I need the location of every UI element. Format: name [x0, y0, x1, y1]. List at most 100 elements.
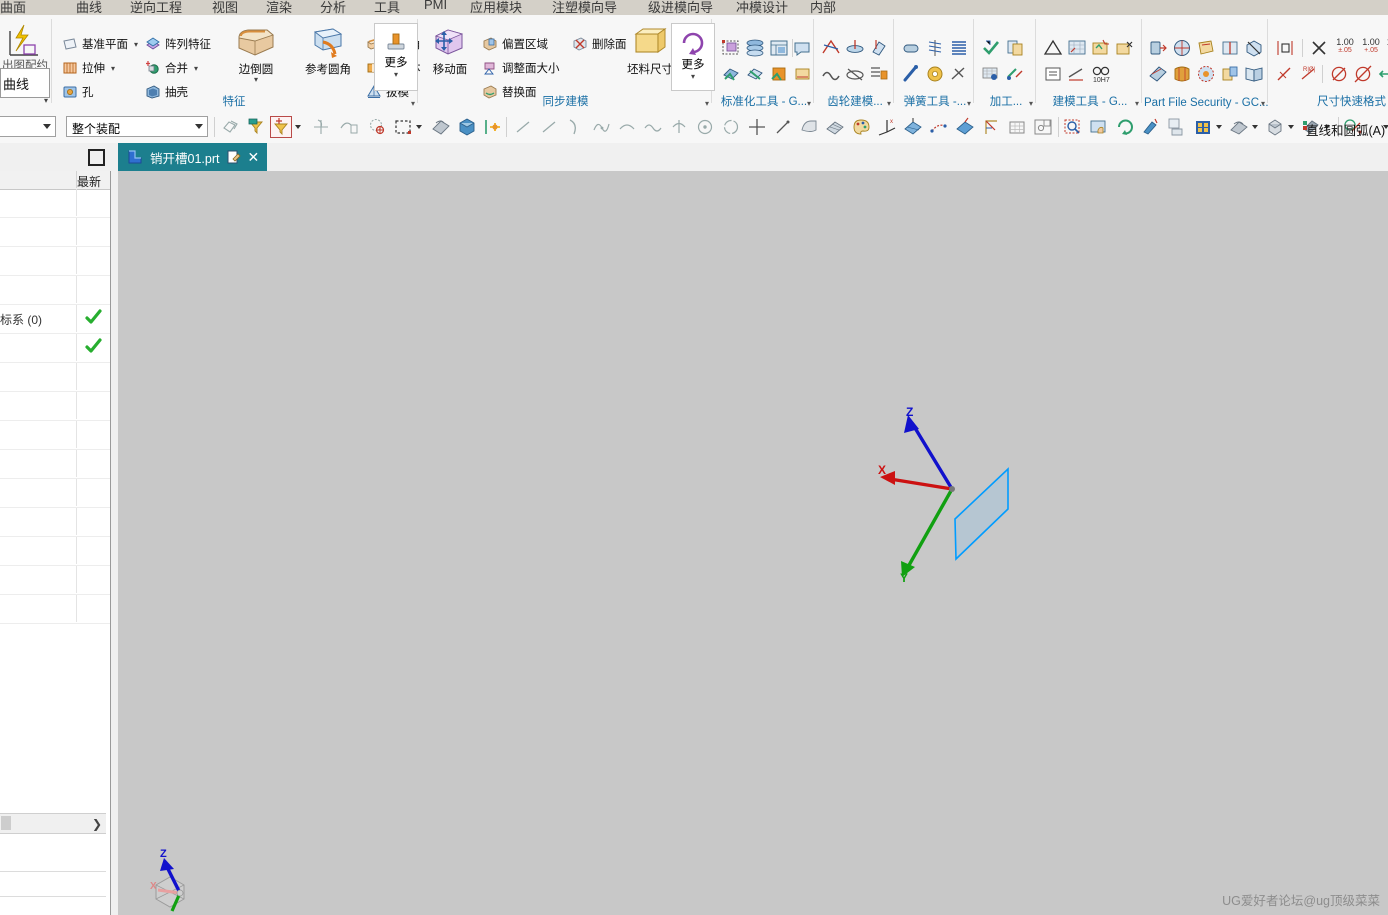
wave-icon[interactable]	[642, 116, 664, 138]
pfs-icon-10[interactable]	[1243, 63, 1265, 85]
render-style-icon[interactable]	[1264, 116, 1286, 138]
ribbon-btn-feature-more[interactable]: 更多 ▾	[374, 23, 418, 91]
ribbon-btn-resize-face[interactable]: 调整面大小	[482, 58, 560, 78]
table-row[interactable]	[0, 566, 110, 595]
layer-settings-icon[interactable]	[1166, 116, 1188, 138]
ribbon-btn-datum-plane[interactable]: 基准平面 ▾	[62, 34, 138, 54]
ribbon-btn-move-face[interactable]: 移动面	[424, 23, 476, 77]
select-general-icon[interactable]	[220, 116, 242, 138]
modeling-icon-3[interactable]	[1090, 37, 1112, 59]
table-row[interactable]: ：	[0, 276, 110, 305]
scroll-right-arrow-icon[interactable]: ❯	[92, 817, 102, 831]
datum-line-icon[interactable]	[772, 116, 794, 138]
pfs-icon-7[interactable]	[1171, 63, 1193, 85]
ribbon-btn-edge-blend[interactable]: 边倒圆 ▾	[228, 23, 284, 84]
gear-icon-4[interactable]	[820, 63, 842, 85]
assembly-scope-combo[interactable]: 整个装配	[66, 116, 208, 137]
face-select-icon[interactable]	[456, 116, 478, 138]
gear-modeling-dropdown-icon[interactable]: ▾	[887, 99, 891, 108]
datum-csys-icon[interactable]	[902, 116, 924, 138]
menu-item-0[interactable]: 曲面	[0, 0, 26, 15]
std-icon-5[interactable]	[744, 63, 766, 85]
document-tab-close-icon[interactable]: ✕	[247, 150, 259, 164]
table-row[interactable]	[0, 421, 110, 450]
view-style-icon[interactable]	[1192, 116, 1214, 138]
menu-item-11[interactable]: 冲模设计	[736, 0, 788, 15]
spring-icon-4[interactable]	[900, 63, 922, 85]
table-row[interactable]: 1)	[0, 334, 110, 363]
ribbon-btn-reference-fillet[interactable]: 参考圆角	[297, 23, 359, 77]
point-cross-icon[interactable]	[746, 116, 768, 138]
ribbon-btn-sync-more[interactable]: 更多 ▾	[671, 23, 715, 91]
modeling-tools-dropdown-icon[interactable]: ▾	[1135, 99, 1139, 108]
pfs-icon-5[interactable]	[1243, 37, 1265, 59]
gear-icon-5[interactable]	[844, 63, 866, 85]
menu-item-5[interactable]: 分析	[320, 0, 346, 15]
selection-filter-active-icon[interactable]	[270, 116, 292, 138]
spring-icon-1[interactable]	[900, 37, 922, 59]
ribbon-btn-blank-size[interactable]: 坯料尺寸	[622, 23, 678, 77]
ribbon-btn-unite[interactable]: 合并 ▾	[145, 58, 198, 78]
modeling-icon-4[interactable]	[1114, 37, 1136, 59]
menu-item-12[interactable]: 内部	[810, 0, 836, 15]
feature-more-dropdown-icon[interactable]: ▾	[375, 70, 417, 79]
standard-tools-dropdown-icon[interactable]: ▾	[807, 99, 811, 108]
shading-mode-icon[interactable]	[1228, 116, 1250, 138]
shading-mode-caret-icon[interactable]	[1252, 125, 1258, 129]
law-curve-icon[interactable]	[4, 21, 44, 61]
feature-filter-icon[interactable]	[245, 116, 267, 138]
graphics-viewport[interactable]: Z X Y Z X UG爱好者论坛@ug顶级菜菜	[118, 171, 1388, 915]
spring-icon-3[interactable]	[948, 37, 970, 59]
pfs-icon-3[interactable]	[1195, 37, 1217, 59]
extrude-caret-icon[interactable]: ▾	[111, 64, 115, 73]
std-icon-3[interactable]	[768, 37, 790, 59]
dim-icon-2[interactable]	[1274, 63, 1296, 85]
mesh-surface-icon[interactable]	[824, 116, 846, 138]
dim-icon-6[interactable]	[1376, 63, 1388, 85]
menu-item-9[interactable]: 注塑模向导	[552, 0, 617, 15]
table-row[interactable]: 坐标系 (0)	[0, 305, 110, 334]
modeling-icon-1[interactable]	[1042, 37, 1064, 59]
unite-caret-icon[interactable]: ▾	[194, 64, 198, 73]
machining-icon-2[interactable]	[1004, 37, 1026, 59]
dim-tol-1[interactable]: 1.00 ±.05	[1332, 37, 1358, 55]
part-file-security-dropdown-icon[interactable]: ▾	[1261, 99, 1265, 108]
table-row[interactable]	[0, 392, 110, 421]
navigator-col-name-header[interactable]	[0, 171, 77, 188]
table-row[interactable]	[0, 450, 110, 479]
table-row[interactable]	[0, 479, 110, 508]
ribbon-btn-offset-region[interactable]: 偏置区域	[482, 34, 548, 54]
pfs-icon-8[interactable]	[1195, 63, 1217, 85]
filter-type-combo[interactable]	[0, 116, 56, 137]
table-row[interactable]	[0, 537, 110, 566]
line2-icon[interactable]	[538, 116, 560, 138]
pfs-icon-9[interactable]	[1219, 63, 1241, 85]
table-row[interactable]	[0, 247, 110, 276]
triad-icon[interactable]	[980, 116, 1002, 138]
spring-icon-2[interactable]	[924, 37, 946, 59]
machining-icon-3[interactable]	[980, 63, 1002, 85]
document-tab-active[interactable]: 销开槽01.prt ✕	[118, 143, 268, 171]
sketch-plane-icon[interactable]	[1032, 116, 1054, 138]
dim-icon-3[interactable]: R|Ø|	[1298, 63, 1320, 85]
menu-item-6[interactable]: 工具	[374, 0, 400, 15]
spline-icon[interactable]	[590, 116, 612, 138]
view-orientation-triad[interactable]: Z X	[128, 845, 218, 915]
pfs-icon-2[interactable]	[1171, 37, 1193, 59]
table-row[interactable]	[0, 218, 110, 247]
gear-icon-1[interactable]	[820, 37, 842, 59]
modeling-icon-5[interactable]	[1042, 63, 1064, 85]
table-row[interactable]	[0, 189, 110, 218]
std-icon-6[interactable]	[768, 63, 790, 85]
menu-item-4[interactable]: 渲染	[266, 0, 292, 15]
snap-center-icon[interactable]	[366, 116, 388, 138]
render-style-caret-icon[interactable]	[1288, 125, 1294, 129]
std-icon-1[interactable]	[720, 37, 742, 59]
ribbon-btn-pattern-feature[interactable]: 阵列特征	[145, 34, 211, 54]
sync-group-dialog-launcher[interactable]: ▾	[705, 99, 709, 108]
ribbon-btn-delete-face[interactable]: 删除面	[572, 34, 627, 54]
feature-group-dialog-launcher[interactable]: ▾	[411, 99, 415, 108]
dim-icon-4[interactable]	[1328, 63, 1350, 85]
scrollbar-thumb[interactable]	[1, 816, 11, 830]
table-row[interactable]	[0, 363, 110, 392]
